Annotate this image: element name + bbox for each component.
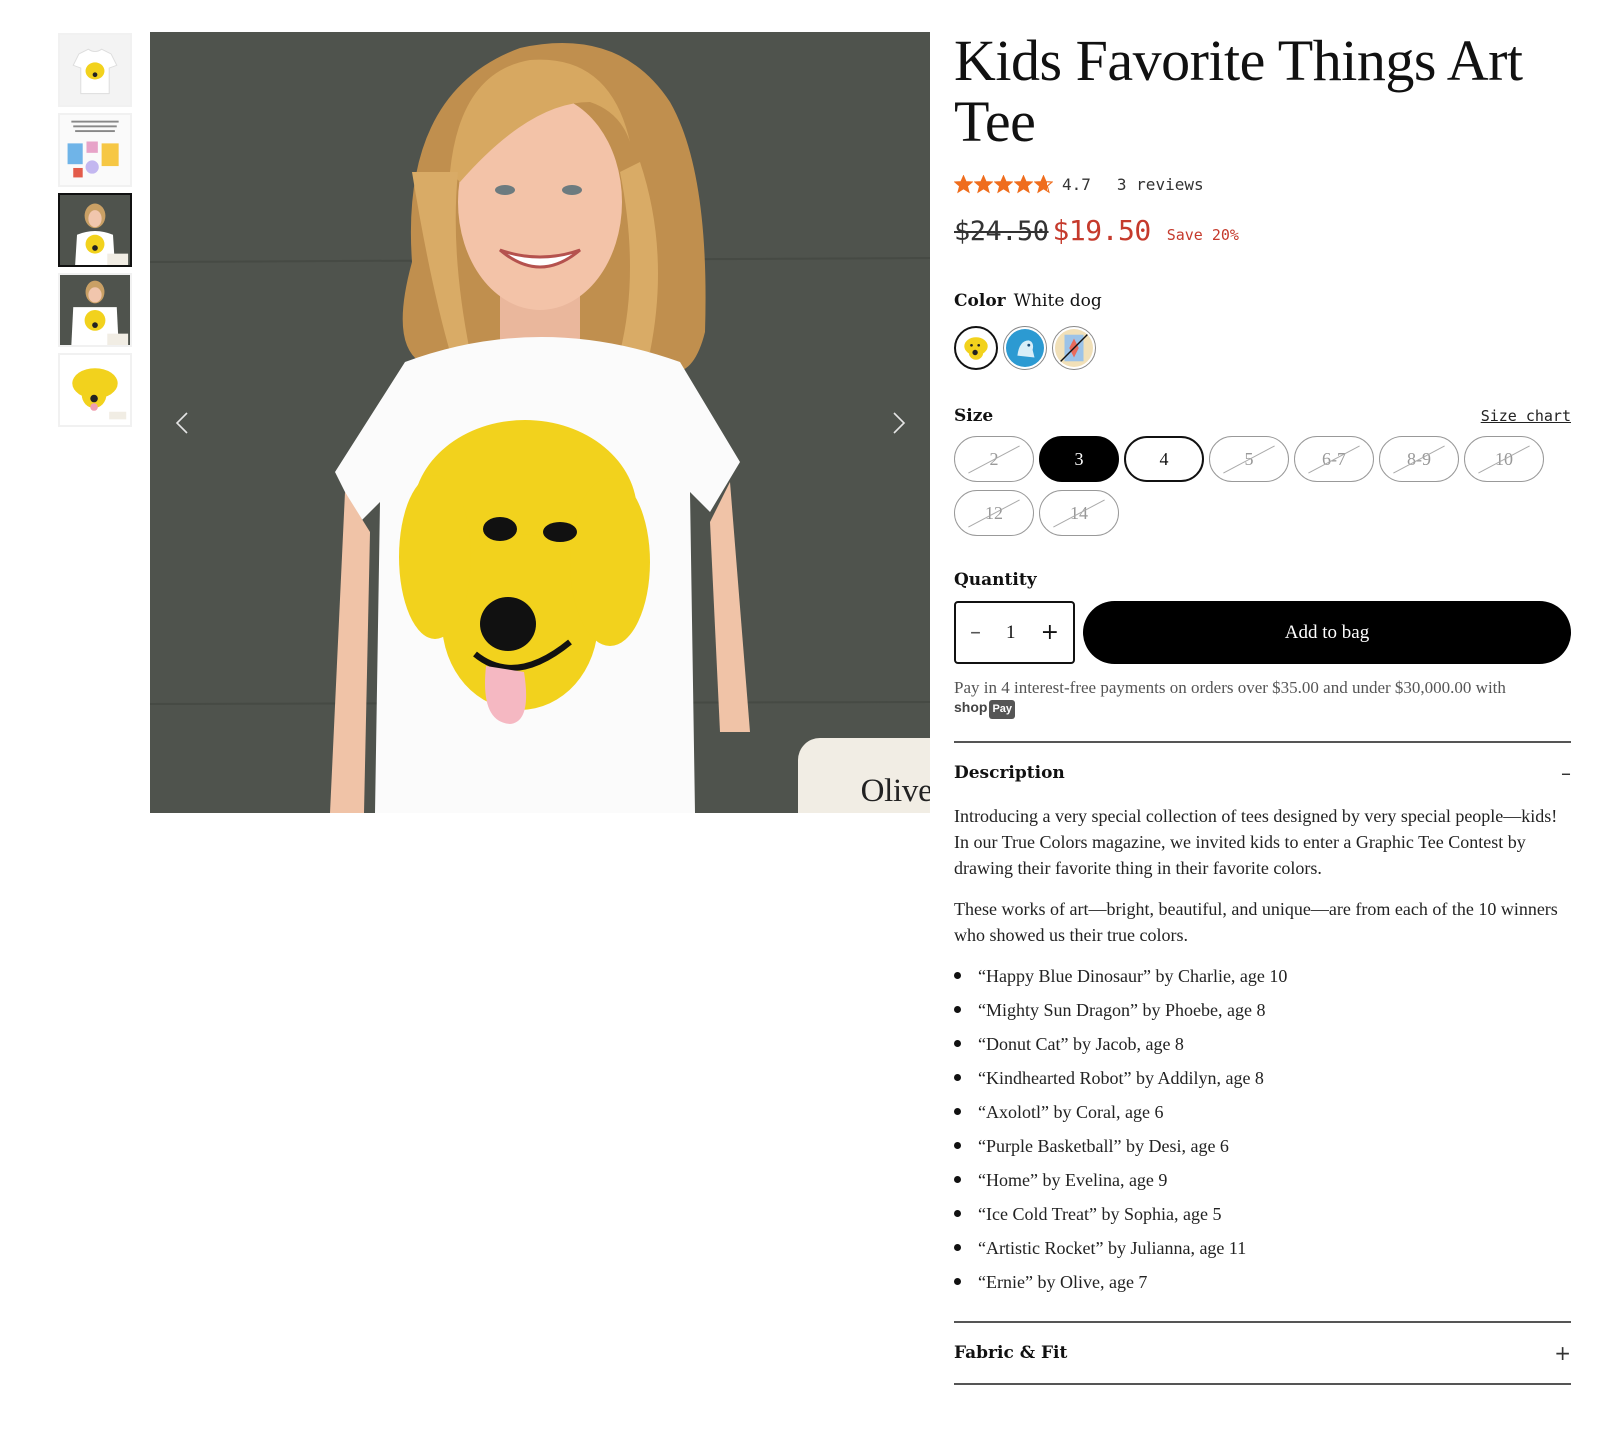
size-option-3[interactable]: 3 (1039, 436, 1119, 482)
winner-list-item: “Ice Cold Treat” by Sophia, age 5 (954, 1201, 1571, 1235)
description-toggle[interactable]: Description – (954, 743, 1571, 803)
chevron-right-icon (893, 412, 906, 434)
photo-caption: Olive, age 7 (798, 738, 930, 813)
quantity-value[interactable]: 1 (1006, 622, 1016, 644)
swatch-rocket[interactable] (1052, 326, 1096, 370)
previous-image-button[interactable] (166, 405, 198, 441)
next-image-button[interactable] (883, 405, 915, 441)
description-accordion: Description – Introducing a very special… (954, 741, 1571, 1303)
save-badge: Save 20% (1166, 226, 1239, 244)
installments-note: Pay in 4 interest-free payments on order… (954, 678, 1571, 719)
selected-color: White dog (1013, 291, 1102, 311)
size-option-12[interactable]: 12 (954, 490, 1034, 536)
star-icon (994, 174, 1013, 193)
blue-dinosaur-swatch-icon (1006, 329, 1044, 367)
winner-list-item: “Purple Basketball” by Desi, age 6 (954, 1133, 1571, 1167)
winner-list-item: “Kindhearted Robot” by Addilyn, age 8 (954, 1065, 1571, 1099)
olive-photo (150, 32, 930, 813)
size-option-14[interactable]: 14 (1039, 490, 1119, 536)
size-option-10[interactable]: 10 (1464, 436, 1544, 482)
photo-caption-text: Olive, age 7 (860, 773, 930, 809)
rocket-swatch-icon (1055, 329, 1093, 367)
winner-list-item: “Artistic Rocket” by Julianna, age 11 (954, 1235, 1571, 1269)
chevron-left-icon (175, 412, 188, 434)
price-row: $24.50 $19.50 Save 20% (954, 214, 1571, 247)
thumbnail-white-dog-tee[interactable] (58, 33, 132, 107)
star-icon (1034, 174, 1053, 193)
installments-text: Pay in 4 interest-free payments on order… (954, 678, 1506, 697)
size-chart-link[interactable]: Size chart (1481, 407, 1571, 425)
size-header: Size Size chart (954, 406, 1571, 426)
original-price: $24.50 (954, 216, 1049, 247)
quantity-increase-button[interactable]: + (1041, 620, 1059, 645)
shop-pay-logo: shop Pay (954, 698, 1016, 719)
main-product-image: Olive, age 7 (150, 32, 930, 813)
size-option-4[interactable]: 4 (1124, 436, 1204, 482)
rating-row[interactable]: 4.7 3 reviews (954, 172, 1571, 196)
fabric-fit-toggle[interactable]: Fabric & Fit + (954, 1323, 1571, 1383)
thumbnail-list (58, 33, 132, 433)
thumbnail-dog-drawing[interactable] (58, 353, 132, 427)
description-title: Description (954, 763, 1065, 783)
review-count-link[interactable]: 3 reviews (1117, 175, 1204, 194)
winner-list-item: “Ernie” by Olive, age 7 (954, 1269, 1571, 1303)
star-icon (954, 174, 973, 193)
description-body: Introducing a very special collection of… (954, 803, 1571, 1303)
star-icon (1014, 174, 1033, 193)
winners-list: “Happy Blue Dinosaur” by Charlie, age 10… (954, 963, 1571, 1303)
color-label: Color (954, 291, 1006, 311)
winner-list-item: “Mighty Sun Dragon” by Phoebe, age 8 (954, 997, 1571, 1031)
buy-row: – 1 + Add to bag (954, 601, 1571, 664)
description-paragraph-2: These works of art—bright, beautiful, an… (954, 899, 1558, 945)
swatch-blue-dinosaur[interactable] (1003, 326, 1047, 370)
quantity-decrease-button[interactable]: – (970, 620, 981, 645)
fabric-fit-title: Fabric & Fit (954, 1343, 1068, 1363)
winner-list-item: “Donut Cat” by Jacob, age 8 (954, 1031, 1571, 1065)
star-icon (974, 174, 993, 193)
white-dog-swatch-icon (958, 330, 994, 366)
winner-list-item: “Happy Blue Dinosaur” by Charlie, age 10 (954, 963, 1571, 997)
plus-icon: + (1554, 1341, 1571, 1365)
sale-price: $19.50 (1052, 214, 1152, 247)
thumbnail-collection-card[interactable] (58, 113, 132, 187)
winner-list-item: “Axolotl” by Coral, age 6 (954, 1099, 1571, 1133)
thumbnail-olive-wearing-tee[interactable] (58, 193, 132, 267)
add-to-bag-button[interactable]: Add to bag (1083, 601, 1571, 664)
description-paragraph-1: Introducing a very special collection of… (954, 806, 1558, 878)
star-rating (954, 174, 1053, 194)
winner-list-item: “Home” by Evelina, age 9 (954, 1167, 1571, 1201)
color-label-row: Color White dog (954, 291, 1571, 311)
rating-value: 4.7 (1062, 174, 1091, 194)
quantity-label: Quantity (954, 570, 1037, 590)
swatch-white-dog[interactable] (954, 326, 998, 370)
minus-icon: – (1561, 761, 1571, 785)
quantity-stepper: – 1 + (954, 601, 1075, 664)
size-option-8-9[interactable]: 8-9 (1379, 436, 1459, 482)
thumbnail-olive-holding-tee[interactable] (58, 273, 132, 347)
product-info: Kids Favorite Things Art Tee 4.7 3 revie… (954, 30, 1571, 1385)
size-label: Size (954, 406, 994, 426)
product-title: Kids Favorite Things Art Tee (954, 28, 1523, 154)
fabric-fit-accordion: Fabric & Fit + (954, 1321, 1571, 1385)
color-swatches (954, 326, 1571, 370)
size-option-2[interactable]: 2 (954, 436, 1034, 482)
size-option-5[interactable]: 5 (1209, 436, 1289, 482)
size-option-6-7[interactable]: 6-7 (1294, 436, 1374, 482)
size-options: 2 3 4 5 6-7 8-9 10 12 14 (954, 436, 1574, 536)
